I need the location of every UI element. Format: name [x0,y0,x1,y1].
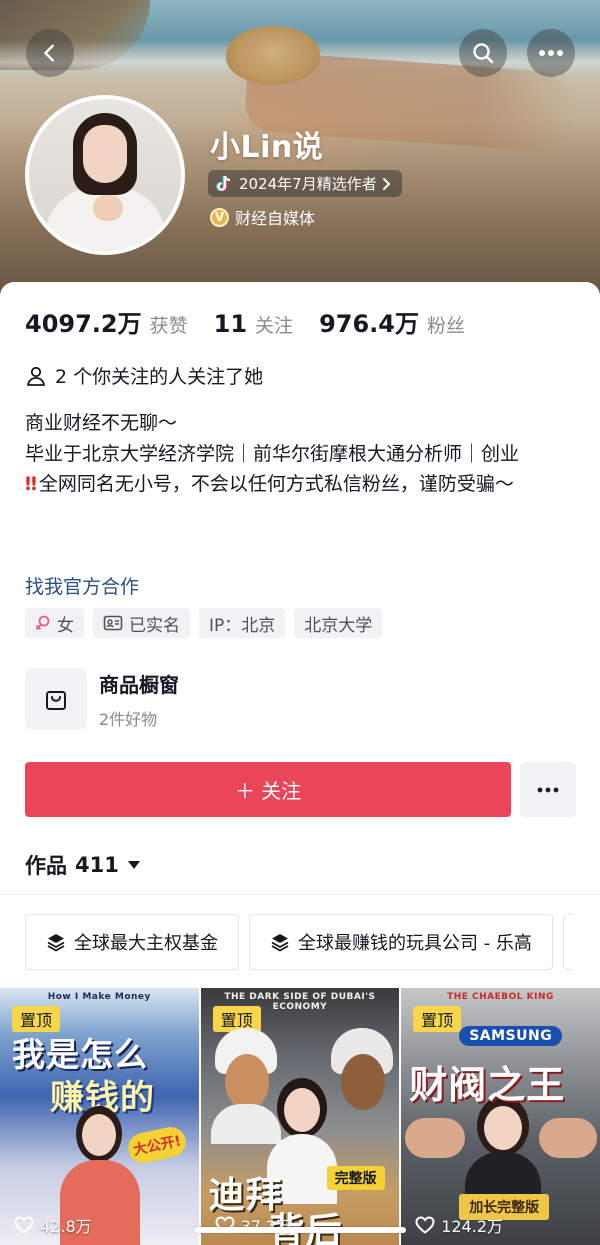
video-likes: 42.8万 [14,1213,92,1237]
avatar-hand [93,195,123,221]
verified-label: 财经自媒体 [235,209,316,228]
chevron-right-icon [382,177,391,190]
hand-right-figure [539,1118,598,1178]
bio-line-3-text: 全网同名无小号，不会以任何方式私信粉丝，谨防受骗～ [38,473,514,495]
school-label: 北京大学 [304,615,373,636]
avatar[interactable] [25,95,185,255]
profile-more-button[interactable] [520,762,576,817]
ip-location-tag: IP：北京 [199,608,286,638]
heart-icon [415,1216,435,1234]
mutual-followers[interactable]: 2 个你关注的人关注了她 [25,362,263,389]
layers-icon [271,934,289,952]
id-card-icon [103,615,123,631]
caret-down-icon [127,861,140,869]
follow-button[interactable]: ＋ 关注 [25,762,511,817]
bio-line-3: ‼ 全网同名无小号，不会以任何方式私信粉丝，谨防受骗～ [25,469,575,500]
man-right-figure [327,1028,397,1138]
collections-row: 全球最大主权基金 全球最赚钱的玩具公司 - 乐高 [25,914,573,970]
ellipsis-icon [537,787,559,792]
shopping-bag-icon [46,691,66,710]
video-headline: 财阀之王 [409,1063,566,1107]
following-count[interactable]: 11 [214,310,247,338]
mutual-followers-text: 2 个你关注的人关注了她 [55,366,264,388]
person-icon [27,366,45,386]
warning-icon: ‼ [25,473,37,495]
video-grid: How I Make Money 置顶 我是怎么 赚钱的 大公开! 42.8万 … [0,988,600,1245]
followers-label[interactable]: 粉丝 [427,311,465,338]
home-indicator[interactable] [194,1227,406,1233]
hand-left-figure [405,1118,466,1178]
bio-line-1: 商业财经不无聊～ [25,412,178,434]
profile-sheet: 4097.2万 获赞 11 关注 976.4万 粉丝 2 个你关注的人关注了她 … [0,282,600,1245]
video-thumbnail[interactable]: THE CHAEBOL KING 置顶 SAMSUNG 财阀之王 加长完整版 1… [401,988,600,1245]
brand-badge: SAMSUNG [459,1026,563,1046]
video-likes-count: 37.2万 [241,1213,293,1237]
likes-label: 获赞 [149,315,188,337]
chevron-left-icon [44,44,54,62]
video-likes-count: 42.8万 [40,1217,92,1236]
shop-title: 商品橱窗 [99,672,179,697]
likes-count: 4097.2万 [25,310,142,338]
official-cooperation-link[interactable]: 找我官方合作 [25,572,139,599]
school-tag[interactable]: 北京大学 [294,608,383,638]
creator-badge-label: 2024年7月精选作者 [239,175,377,193]
works-title: 作品 [25,854,67,878]
verified-icon: V [210,207,229,227]
bio-line-2: 毕业于北京大学经济学院｜前华尔街摩根大通分析师｜创业 [25,442,520,465]
works-tab[interactable]: 作品 411 [25,850,141,880]
video-caption: THE CHAEBOL KING [447,992,554,1002]
douyin-logo-icon [216,175,231,191]
bio: 商业财经不无聊～ 毕业于北京大学经济学院｜前华尔街摩根大通分析师｜创业 ‼ 全网同… [25,408,575,500]
layers-icon [47,934,65,952]
profile-tags: 女 已实名 IP：北京 北京大学 [25,608,383,638]
presenter-figure [465,1096,542,1212]
gender-label: 女 [57,615,74,636]
ip-location-label: IP：北京 [209,615,276,636]
video-headline: 我是怎么 [12,1035,148,1074]
followers-count[interactable]: 976.4万 [319,304,419,339]
video-likes: 124.2万 [415,1213,503,1237]
collection-label: 全球最大主权基金 [74,933,218,954]
gender-tag: 女 [25,608,84,638]
real-name-label: 已实名 [129,615,180,636]
video-likes-count: 124.2万 [441,1217,503,1236]
video-tag: 完整版 [326,1166,385,1190]
shop-subtitle: 2件好物 [99,709,158,729]
creator-badge[interactable]: 2024年7月精选作者 [208,170,402,197]
avatar-face [83,125,127,183]
back-button[interactable] [26,29,74,77]
more-options-button[interactable] [527,29,575,77]
avatar-image [29,99,181,251]
pinned-badge: 置顶 [413,1006,462,1032]
video-caption: How I Make Money [47,992,151,1002]
section-divider [0,894,600,895]
verification-row: V 财经自媒体 [210,205,315,229]
works-count: 411 [75,853,119,877]
shop-icon-box [25,668,87,730]
collection-chip[interactable]: 全球最大主权基金 [25,914,239,970]
ellipsis-icon [539,50,563,56]
video-thumbnail[interactable]: How I Make Money 置顶 我是怎么 赚钱的 大公开! 42.8万 [0,988,199,1245]
shop-window[interactable]: 商品橱窗 2件好物 [25,668,179,730]
search-icon [473,43,494,64]
search-button[interactable] [459,29,507,77]
collection-label: 全球最赚钱的玩具公司 - 乐高 [298,933,532,954]
heart-icon [14,1216,34,1234]
profile-name: 小Lin说 [210,130,324,165]
real-name-tag: 已实名 [93,608,190,638]
video-likes: 37.2万 [215,1213,293,1237]
collection-chip[interactable]: 全球最赚钱的玩具公司 - 乐高 [249,914,553,970]
female-icon [36,615,50,630]
following-label[interactable]: 关注 [255,311,293,338]
collection-chip-partial[interactable] [562,914,573,970]
video-thumbnail[interactable]: THE DARK SIDE OF DUBAI'S ECONOMY 置顶 完整版 … [200,988,400,1245]
stats-row: 4097.2万 获赞 11 关注 976.4万 粉丝 [25,304,491,339]
